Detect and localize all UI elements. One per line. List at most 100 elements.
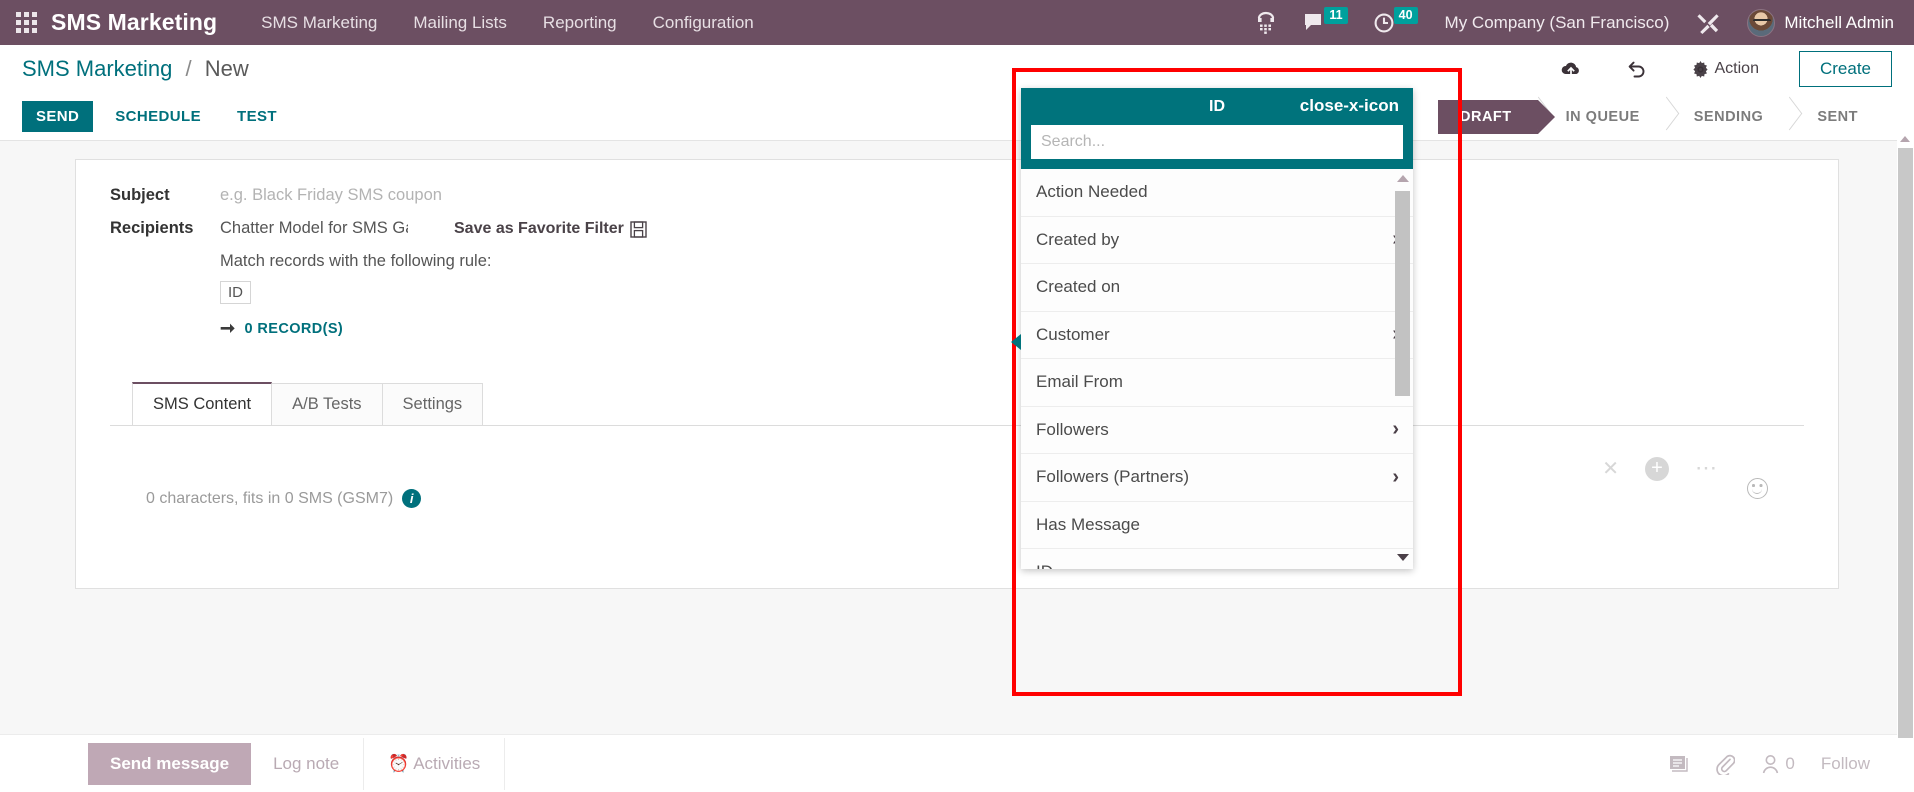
field-item-has-message[interactable]: Has Message [1021, 501, 1413, 549]
log-book-icon[interactable] [1668, 754, 1689, 773]
nav-item-configuration[interactable]: Configuration [635, 13, 772, 33]
nav-item-sms-marketing[interactable]: SMS Marketing [243, 13, 395, 33]
user-menu[interactable]: Mitchell Admin [1784, 13, 1900, 33]
status-sent[interactable]: SENT [1789, 100, 1892, 134]
activities-counter[interactable]: 40 [1361, 6, 1431, 34]
field-item-label: Followers (Partners) [1036, 467, 1190, 487]
caret-up-icon[interactable] [1900, 136, 1910, 142]
status-in-queue[interactable]: IN QUEUE [1538, 100, 1666, 134]
action-menu-button[interactable]: Action [1670, 56, 1781, 82]
status-bar: DRAFT IN QUEUE SENDING SENT [1438, 99, 1892, 134]
subject-label: Subject [110, 186, 170, 204]
field-selector-dropdown: ID close-x-icon Action Needed Created by… [1011, 88, 1413, 569]
field-item-label: Action Needed [1036, 182, 1148, 202]
field-item-followers[interactable]: Followers › [1021, 406, 1413, 454]
recipients-row: Recipients Chatter Model for SMS Ga Save… [110, 219, 1804, 238]
save-cloud-button[interactable] [1538, 55, 1604, 83]
field-selector-header: ID close-x-icon [1021, 88, 1413, 125]
control-panel: SMS Marketing / New Action Create SEND S… [0, 45, 1914, 141]
search-input[interactable] [1031, 125, 1403, 159]
action-label: Action [1714, 60, 1759, 77]
paperclip-icon[interactable] [1715, 753, 1736, 775]
field-selector-scrollbar[interactable] [1395, 175, 1411, 563]
status-draft[interactable]: DRAFT [1438, 99, 1555, 134]
arrow-right-icon: ➞ [220, 318, 236, 338]
user-icon [1763, 754, 1779, 773]
test-button[interactable]: TEST [223, 101, 291, 132]
field-item-label: Created by [1036, 229, 1120, 249]
clock-icon: ⏰ [388, 753, 410, 773]
create-button[interactable]: Create [1798, 51, 1892, 87]
field-item-label: Followers [1036, 419, 1109, 439]
field-item-id[interactable]: ID [1021, 549, 1413, 569]
form-background: Subject e.g. Black Friday SMS coupon Rec… [0, 141, 1914, 734]
field-selector-title: ID [1209, 97, 1225, 115]
tab-sms-content[interactable]: SMS Content [132, 382, 273, 425]
caret-up-icon[interactable] [1397, 175, 1409, 182]
save-favorite-label: Save as Favorite Filter [454, 220, 624, 237]
chatter-send-message-tab[interactable]: Send message [88, 742, 252, 785]
caret-down-icon[interactable] [1397, 554, 1409, 561]
character-counter: 0 characters, fits in 0 SMS (GSM7) i [146, 489, 422, 508]
info-icon[interactable]: i [402, 489, 422, 508]
smiley-icon[interactable] [1747, 478, 1768, 499]
field-item-label: Created on [1036, 277, 1121, 297]
field-item-action-needed[interactable]: Action Needed [1021, 169, 1413, 217]
status-sending[interactable]: SENDING [1666, 100, 1790, 134]
tab-settings[interactable]: Settings [381, 383, 484, 426]
close-x-icon[interactable]: close-x-icon [1300, 96, 1399, 116]
field-item-followers-partners[interactable]: Followers (Partners) › [1021, 454, 1413, 502]
page-scrollbar-thumb[interactable] [1898, 148, 1913, 738]
save-as-favorite-filter-button[interactable]: Save as Favorite Filter [454, 220, 647, 238]
field-item-created-on[interactable]: Created on [1021, 264, 1413, 312]
chatter-divider-2 [504, 737, 506, 790]
field-item-customer[interactable]: Customer › [1021, 311, 1413, 359]
match-rule-text: Match records with the following rule: [220, 252, 492, 270]
top-navbar: SMS Marketing SMS Marketing Mailing List… [0, 0, 1914, 45]
field-item-label: Has Message [1036, 514, 1140, 534]
chatter-bar: Send message Log note ⏰ Activities 0 Fol… [0, 734, 1914, 792]
followers-count[interactable]: 0 [1761, 754, 1795, 774]
dropdown-pointer [1011, 334, 1021, 350]
rule-field-chip[interactable]: ID [220, 281, 251, 304]
notebook-tabs: SMS Content A/B Tests Settings [132, 382, 1804, 426]
activities-badge: 40 [1393, 6, 1418, 25]
discard-button[interactable] [1604, 54, 1670, 84]
messages-counter[interactable]: 11 [1290, 6, 1360, 34]
nav-item-mailing-lists[interactable]: Mailing Lists [395, 13, 525, 33]
subject-input[interactable]: e.g. Black Friday SMS coupon [220, 186, 442, 205]
send-button[interactable]: SEND [22, 101, 94, 132]
chatter-activities-tab[interactable]: ⏰ Activities [366, 743, 502, 785]
records-count-label: 0 RECORD(S) [244, 320, 344, 337]
field-item-email-from[interactable]: Email From [1021, 359, 1413, 407]
control-panel-top-row: SMS Marketing / New Action Create [0, 45, 1914, 93]
nav-item-reporting[interactable]: Reporting [525, 13, 635, 33]
tab-ab-tests[interactable]: A/B Tests [271, 383, 383, 426]
recipients-label: Recipients [110, 219, 194, 237]
avatar[interactable] [1747, 8, 1776, 37]
app-brand-title[interactable]: SMS Marketing [51, 9, 217, 36]
company-switcher[interactable]: My Company (San Francisco) [1431, 13, 1684, 33]
debug-tools-icon[interactable] [1683, 11, 1733, 35]
chatter-log-note-tab[interactable]: Log note [251, 743, 361, 785]
field-selector-scrollbar-thumb[interactable] [1395, 191, 1410, 396]
field-item-label: ID [1036, 562, 1053, 569]
breadcrumb-current: New [204, 56, 249, 81]
field-selector-search-wrap [1021, 125, 1413, 169]
field-item-label: Email From [1036, 372, 1123, 392]
voip-phone-icon[interactable] [1242, 11, 1290, 35]
odoo-sms-marketing-app: SMS Marketing SMS Marketing Mailing List… [0, 0, 1914, 792]
subject-row: Subject e.g. Black Friday SMS coupon [110, 186, 1804, 205]
field-item-created-by[interactable]: Created by › [1021, 216, 1413, 264]
follow-button[interactable]: Follow [1821, 754, 1870, 774]
cloud-upload-icon [1561, 62, 1579, 76]
page-scrollbar[interactable] [1897, 134, 1914, 792]
schedule-button[interactable]: SCHEDULE [101, 101, 215, 132]
breadcrumb-root[interactable]: SMS Marketing [22, 56, 172, 81]
chatter-right-group: 0 Follow [1668, 753, 1914, 775]
breadcrumb: SMS Marketing / New [22, 56, 249, 82]
recipients-model-select[interactable]: Chatter Model for SMS Ga [220, 219, 408, 238]
field-selector-list: Action Needed Created by › Created on Cu… [1021, 169, 1413, 569]
apps-grid-icon[interactable] [16, 12, 37, 33]
floppy-save-icon [630, 220, 647, 238]
